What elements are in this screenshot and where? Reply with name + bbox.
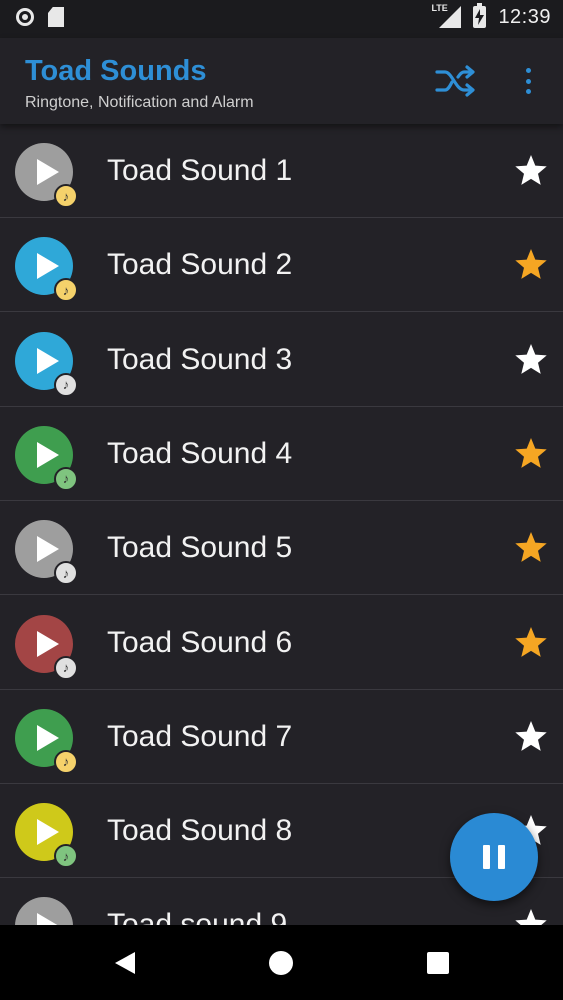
screen: LTE 12:39 Toad Sounds Ringtone, Notifica… xyxy=(0,0,563,1000)
shuffle-button[interactable] xyxy=(434,63,478,99)
sound-label: Toad Sound 5 xyxy=(107,531,293,565)
star-filled-icon xyxy=(515,532,547,563)
sound-label: Toad Sound 8 xyxy=(107,814,293,848)
star-filled-icon xyxy=(515,626,547,657)
back-button[interactable] xyxy=(113,951,137,975)
status-clock: 12:39 xyxy=(498,5,551,28)
sound-label: Toad Sound 7 xyxy=(107,719,293,753)
music-note-icon: ♪ xyxy=(54,749,78,774)
sound-label: Toad Sound 1 xyxy=(107,154,293,187)
favorite-button[interactable] xyxy=(513,530,549,566)
star-icon xyxy=(515,720,547,751)
play-icon xyxy=(37,913,59,925)
pause-icon xyxy=(498,845,505,869)
shuffle-icon xyxy=(435,65,475,97)
app-title: Toad Sounds xyxy=(25,55,207,87)
more-vert-icon-dot xyxy=(525,78,531,84)
play-button[interactable] xyxy=(15,897,73,925)
home-button[interactable] xyxy=(269,951,293,975)
favorite-button[interactable] xyxy=(513,719,549,755)
star-filled-icon xyxy=(515,437,547,468)
pause-fab-button[interactable] xyxy=(450,813,538,901)
favorite-button[interactable] xyxy=(513,247,549,283)
sound-row[interactable]: ♪ Toad Sound 4 xyxy=(0,407,563,501)
sound-label: Toad Sound 6 xyxy=(107,625,293,659)
sd-card-icon xyxy=(48,7,64,27)
status-bar: LTE 12:39 xyxy=(0,0,563,38)
play-icon xyxy=(37,536,59,563)
play-icon xyxy=(37,253,59,280)
sound-label: Toad Sound 2 xyxy=(107,248,293,282)
favorite-button[interactable] xyxy=(513,153,549,189)
star-filled-icon xyxy=(515,249,547,280)
more-vert-icon-dot xyxy=(525,68,531,73)
sound-row[interactable]: ♪ Toad Sound 7 xyxy=(0,690,563,784)
more-vert-icon-dot xyxy=(525,89,531,94)
app-subtitle: Ringtone, Notification and Alarm xyxy=(25,94,254,111)
music-note-icon: ♪ xyxy=(54,844,78,869)
star-icon xyxy=(515,343,547,374)
sound-row[interactable]: ♪ Toad Sound 1 xyxy=(0,124,563,218)
sound-row[interactable]: ♪ Toad Sound 6 xyxy=(0,596,563,690)
play-icon xyxy=(37,630,59,657)
play-icon xyxy=(37,441,59,468)
favorite-button[interactable] xyxy=(513,907,549,925)
app-bar: Toad Sounds Ringtone, Notification and A… xyxy=(0,38,563,124)
navigation-bar xyxy=(0,925,563,1000)
star-icon xyxy=(515,155,547,185)
record-icon xyxy=(16,8,34,26)
music-note-icon: ♪ xyxy=(54,372,78,397)
favorite-button[interactable] xyxy=(513,625,549,661)
sound-row[interactable]: ♪ Toad Sound 3 xyxy=(0,313,563,407)
music-note-icon: ♪ xyxy=(54,278,78,303)
music-note-icon: ♪ xyxy=(54,466,78,491)
sound-row[interactable]: ♪ Toad Sound 5 xyxy=(0,501,563,596)
battery-charging-icon xyxy=(473,3,487,28)
play-icon xyxy=(37,159,59,185)
favorite-button[interactable] xyxy=(513,436,549,472)
status-left-icons xyxy=(16,7,64,27)
back-icon xyxy=(115,952,135,974)
play-icon xyxy=(37,819,59,846)
sound-row[interactable]: ♪ Toad Sound 2 xyxy=(0,218,563,313)
music-note-icon: ♪ xyxy=(54,184,78,208)
favorite-button[interactable] xyxy=(513,342,549,378)
sound-label: Toad Sound 3 xyxy=(107,342,293,376)
recents-button[interactable] xyxy=(427,952,449,974)
sound-label: Toad Sound 4 xyxy=(107,436,293,470)
more-options-button[interactable] xyxy=(516,65,540,97)
play-icon xyxy=(37,724,59,751)
sound-label: Toad sound 9 xyxy=(107,908,288,925)
music-note-icon: ♪ xyxy=(54,655,78,680)
play-icon xyxy=(37,347,59,374)
signal-indicator: LTE xyxy=(431,4,462,30)
pause-icon xyxy=(483,845,490,869)
status-right-icons: LTE 12:39 xyxy=(431,3,551,30)
signal-icon xyxy=(439,6,462,28)
sound-list: ♪ Toad Sound 1 ♪ Toad Sound 2 ♪ Toad Sound 3 ♪… xyxy=(0,124,563,925)
star-icon xyxy=(515,909,547,925)
music-note-icon: ♪ xyxy=(54,561,78,586)
